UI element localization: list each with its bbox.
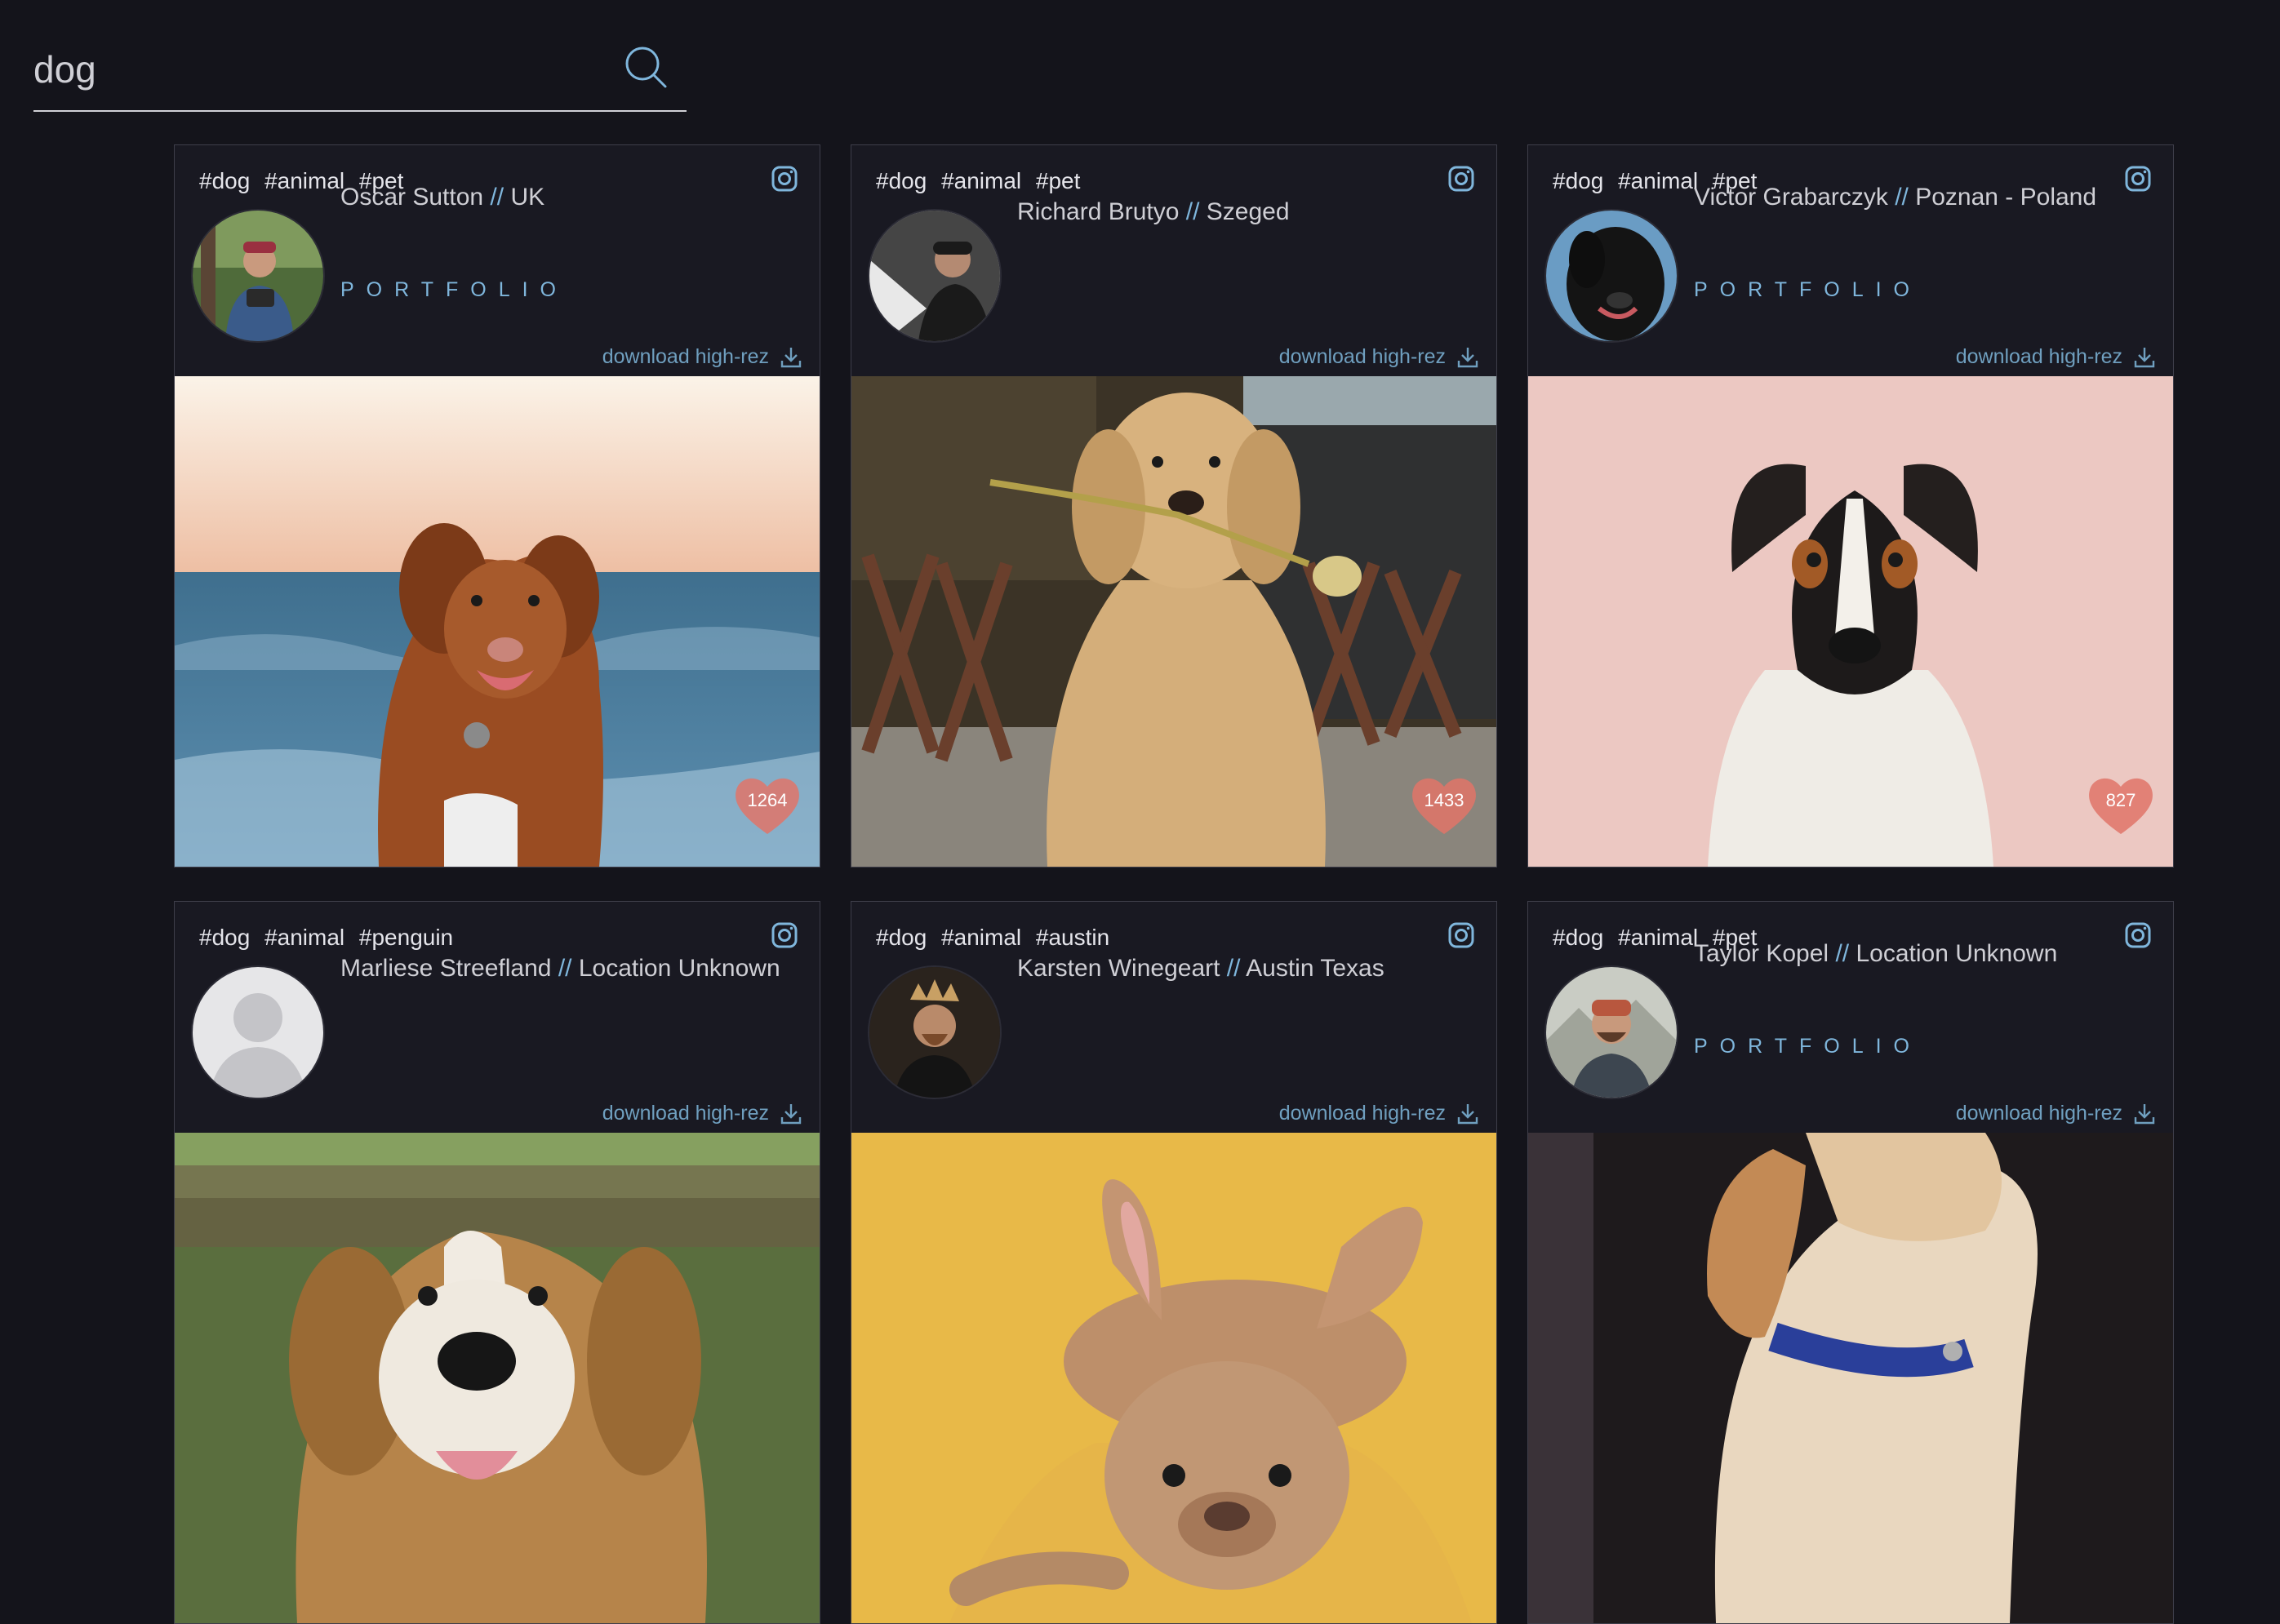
like-count: 827 (2105, 790, 2136, 810)
avatar-placeholder[interactable] (191, 965, 325, 1099)
separator: // (1185, 198, 1200, 225)
separator: // (490, 184, 504, 211)
separator: // (1226, 955, 1241, 982)
author-line: Taylor Kopel // Location Unknown (1694, 940, 2057, 968)
download-label: download high-rez (602, 345, 769, 368)
photo-card: #dog #animal #pet Richard Brutyo // Szeg… (851, 144, 1497, 867)
author-line: Victor Grabarczyk // Poznan - Poland (1694, 184, 2096, 211)
avatar[interactable] (191, 209, 325, 343)
avatar[interactable] (868, 209, 1002, 343)
author-line: Oscar Sutton // UK (340, 184, 544, 211)
card-tags[interactable]: #dog #animal #austin (876, 925, 1109, 951)
author-location: Szeged (1206, 198, 1290, 225)
portfolio-link[interactable]: PORTFOLIO (1694, 278, 1922, 302)
like-badge[interactable]: 1433 (1408, 772, 1480, 837)
separator: // (558, 955, 572, 982)
avatar[interactable] (1544, 209, 1678, 343)
separator: // (1835, 940, 1850, 967)
separator: // (1895, 184, 1909, 211)
card-header: #dog #animal #pet Taylor Kopel // Locati… (1528, 902, 2173, 1133)
portfolio-link[interactable]: PORTFOLIO (1694, 1035, 1922, 1058)
author-name[interactable]: Taylor Kopel (1694, 940, 1829, 967)
card-tags[interactable]: #dog #animal #penguin (199, 925, 453, 951)
photo-card: #dog #animal #penguin Marliese Streeflan… (174, 901, 820, 1624)
dog-photo[interactable] (851, 1133, 1496, 1623)
download-link[interactable]: download high-rez (602, 1102, 802, 1125)
dog-photo[interactable]: 1264 (175, 376, 820, 867)
download-link[interactable]: download high-rez (1279, 345, 1478, 369)
like-badge[interactable]: 827 (2085, 772, 2157, 837)
search-bar (33, 33, 687, 112)
photo-card: #dog #animal #pet Victor Grabarczyk // P… (1527, 144, 2174, 867)
download-link[interactable]: download high-rez (1956, 345, 2155, 369)
download-icon (2134, 347, 2155, 367)
dog-photo[interactable]: 1433 (851, 376, 1496, 867)
avatar[interactable] (1544, 965, 1678, 1099)
photo-card: #dog #animal #pet Taylor Kopel // Locati… (1527, 901, 2174, 1624)
author-name[interactable]: Victor Grabarczyk (1694, 184, 1888, 211)
author-location: Location Unknown (578, 955, 780, 982)
card-header: #dog #animal #pet Oscar Sutton // UK POR… (175, 145, 820, 376)
download-label: download high-rez (1278, 1102, 1446, 1125)
instagram-icon[interactable] (771, 165, 798, 193)
author-name[interactable]: Oscar Sutton (340, 184, 483, 211)
dog-photo[interactable] (175, 1133, 820, 1623)
author-location: Location Unknown (1856, 940, 2058, 967)
instagram-icon[interactable] (2124, 921, 2152, 949)
search-input[interactable] (33, 33, 621, 106)
download-label: download high-rez (1278, 345, 1446, 368)
card-tags[interactable]: #dog #animal #pet (876, 168, 1080, 194)
dog-photo[interactable]: 827 (1528, 376, 2173, 867)
card-header: #dog #animal #pet Richard Brutyo // Szeg… (851, 145, 1496, 376)
download-label: download high-rez (1955, 345, 2122, 368)
like-count: 1264 (747, 790, 788, 810)
photo-grid: #dog #animal #pet Oscar Sutton // UK POR… (174, 144, 2176, 1624)
download-icon (1457, 347, 1478, 367)
photo-card: #dog #animal #austin Karsten Winegeart /… (851, 901, 1497, 1624)
dog-photo[interactable] (1528, 1133, 2173, 1623)
download-label: download high-rez (602, 1102, 769, 1125)
author-line: Marliese Streefland // Location Unknown (340, 955, 780, 983)
card-header: #dog #animal #austin Karsten Winegeart /… (851, 902, 1496, 1133)
avatar[interactable] (868, 965, 1002, 1099)
author-line: Richard Brutyo // Szeged (1017, 198, 1290, 226)
author-location: Austin Texas (1246, 955, 1384, 982)
download-link[interactable]: download high-rez (1279, 1102, 1478, 1125)
download-icon (1457, 1103, 1478, 1124)
download-icon (780, 347, 802, 367)
download-label: download high-rez (1955, 1102, 2122, 1125)
download-icon (2134, 1103, 2155, 1124)
instagram-icon[interactable] (2124, 165, 2152, 193)
card-header: #dog #animal #pet Victor Grabarczyk // P… (1528, 145, 2173, 376)
portfolio-link[interactable]: PORTFOLIO (340, 278, 568, 302)
author-name[interactable]: Marliese Streefland (340, 955, 551, 982)
like-badge[interactable]: 1264 (731, 772, 803, 837)
download-icon (780, 1103, 802, 1124)
download-link[interactable]: download high-rez (602, 345, 802, 369)
author-line: Karsten Winegeart // Austin Texas (1017, 955, 1384, 983)
search-icon[interactable] (623, 44, 669, 90)
instagram-icon[interactable] (1447, 921, 1475, 949)
author-name[interactable]: Karsten Winegeart (1017, 955, 1220, 982)
author-name[interactable]: Richard Brutyo (1017, 198, 1179, 225)
author-location: UK (510, 184, 545, 211)
download-link[interactable]: download high-rez (1956, 1102, 2155, 1125)
photo-card: #dog #animal #pet Oscar Sutton // UK POR… (174, 144, 820, 867)
instagram-icon[interactable] (1447, 165, 1475, 193)
like-count: 1433 (1424, 790, 1464, 810)
instagram-icon[interactable] (771, 921, 798, 949)
author-location: Poznan - Poland (1915, 184, 2097, 211)
card-header: #dog #animal #penguin Marliese Streeflan… (175, 902, 820, 1133)
